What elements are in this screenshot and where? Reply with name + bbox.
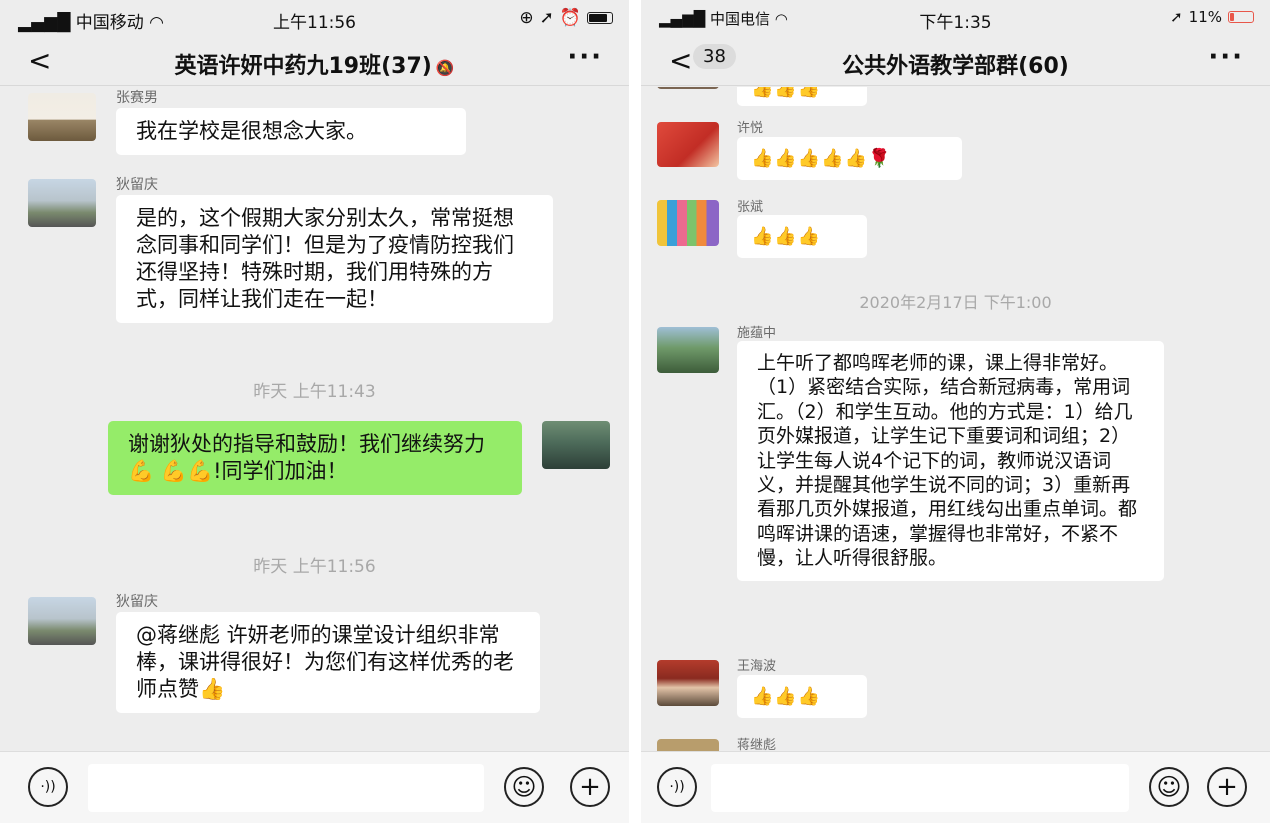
lock-rotation-icon: ⊕ [519,8,534,28]
timestamp: 昨天 上午11:43 [253,382,376,402]
sender-name: 狄留庆 [116,594,158,610]
emoji-button[interactable]: ☺ [1149,767,1189,807]
message-input[interactable] [88,764,484,812]
battery-percent: 11% [1188,8,1222,26]
input-bar: ·)) ☺ + [641,751,1270,823]
message-bubble[interactable]: 👍👍👍 [737,215,867,258]
alarm-icon: ⏰ [559,8,581,28]
message-list[interactable]: 张赛男 我在学校是很想念大家。 狄留庆 是的，这个假期大家分别太久，常常挺想念同… [0,87,629,751]
chat-header: < 英语许妍中药九19班(37) 🔕 ··· [0,36,629,86]
own-message-bubble[interactable]: 谢谢狄处的指导和鼓励！我们继续努力💪 💪💪!同学们加油！ [108,421,522,495]
avatar[interactable] [28,93,96,141]
voice-input-button[interactable]: ·)) [28,767,68,807]
sender-name: 张赛男 [116,90,158,106]
plus-button[interactable]: + [1207,767,1247,807]
message-bubble[interactable]: 👍👍👍👍👍🌹 [737,137,962,180]
sender-name: 王海波 [737,659,777,674]
chat-title: 英语许妍中药九19班(37) [174,54,432,79]
sender-name: 施蕴中 [737,326,777,341]
message-list[interactable]: 👍👍👍 许悦 👍👍👍👍👍🌹 张斌 👍👍👍 2020年2月17日 下午1:00 施… [641,87,1270,751]
timestamp: 2020年2月17日 下午1:00 [859,293,1052,312]
avatar[interactable] [657,87,719,89]
message-bubble[interactable]: 👍👍👍 [737,87,867,106]
voice-input-button[interactable]: ·)) [657,767,697,807]
more-options-button[interactable]: ··· [567,42,603,72]
own-avatar[interactable] [542,421,610,469]
message-bubble[interactable]: 👍👍👍 [737,675,867,718]
status-bar: ▂▄▆█ 中国电信 ◠ 下午1:35 ➚ 11% [641,0,1270,36]
message-input[interactable] [711,764,1129,812]
battery-icon [1228,11,1254,23]
left-phone-screen: ▂▄▆█ 中国移动 ◠ 上午11:56 ⊕ ➚ ⏰ < 英语许妍中药九19班(3… [0,0,629,823]
sender-name: 许悦 [737,121,764,136]
avatar[interactable] [28,179,96,227]
location-icon: ➚ [539,8,554,28]
avatar[interactable] [657,200,719,246]
sender-name: 蒋继彪 [737,738,777,751]
status-bar: ▂▄▆█ 中国移动 ◠ 上午11:56 ⊕ ➚ ⏰ [0,0,629,36]
avatar[interactable] [657,327,719,373]
message-bubble[interactable]: 我在学校是很想念大家。 [116,108,466,155]
chat-header: < 38 公共外语教学部群(60) ··· [641,36,1270,86]
sender-name: 狄留庆 [116,177,158,193]
more-options-button[interactable]: ··· [1208,42,1244,72]
avatar[interactable] [28,597,96,645]
message-bubble[interactable]: @蒋继彪 许妍老师的课堂设计组织非常棒，课讲得很好！为您们有这样优秀的老师点赞👍 [116,612,540,713]
message-bubble[interactable]: 是的，这个假期大家分别太久，常常挺想念同事和同学们！但是为了疫情防控我们还得坚持… [116,195,553,323]
message-bubble[interactable]: 上午听了都鸣晖老师的课，课上得非常好。（1）紧密结合实际，结合新冠病毒，常用词汇… [737,341,1164,581]
timestamp: 昨天 上午11:56 [253,557,376,577]
input-bar: ·)) ☺ + [0,751,629,823]
right-phone-screen: ▂▄▆█ 中国电信 ◠ 下午1:35 ➚ 11% < 38 公共外语教学部群(6… [641,0,1270,823]
avatar[interactable] [657,660,719,706]
plus-button[interactable]: + [570,767,610,807]
battery-icon [587,12,613,24]
mute-bell-icon: 🔕 [435,59,455,77]
avatar[interactable] [657,122,719,167]
emoji-button[interactable]: ☺ [504,767,544,807]
avatar[interactable] [657,739,719,751]
chat-title: 公共外语教学部群(60) [842,54,1069,79]
sender-name: 张斌 [737,200,764,215]
location-icon: ➚ [1170,8,1183,26]
